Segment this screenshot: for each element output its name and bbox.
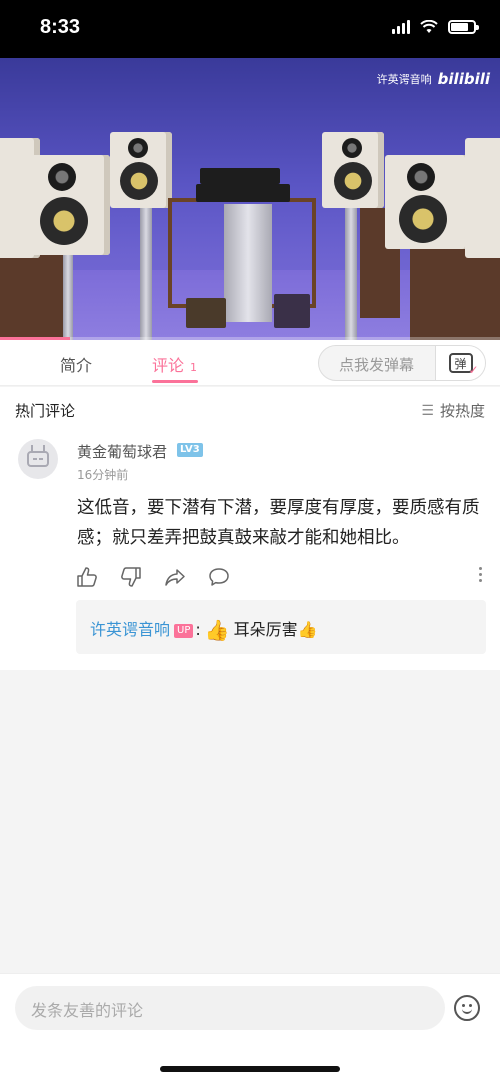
bilibili-logo: bilibili (437, 70, 490, 88)
status-bar: 8:33 (0, 0, 500, 58)
empty-area (0, 670, 500, 973)
reply-text: 耳朵厉害 (233, 620, 298, 639)
tab-comments-label: 评论 (152, 356, 185, 375)
emoji-icon[interactable] (454, 995, 480, 1021)
reply-separator: : (195, 620, 201, 639)
tab-comments[interactable]: 评论 1 (152, 352, 197, 376)
watermark-text: 许英谔音响 (376, 73, 432, 86)
home-indicator (160, 1066, 340, 1072)
tab-intro[interactable]: 简介 (60, 352, 92, 376)
signal-icon (392, 20, 410, 34)
sort-button[interactable]: ☰ 按热度 (421, 400, 485, 421)
avatar[interactable] (18, 439, 58, 479)
level-badge: LV3 (177, 443, 203, 457)
more-options-icon[interactable] (479, 567, 482, 582)
danmaku-icon: 弹 (448, 353, 479, 377)
tab-bar: 简介 评论 1 点我发弹幕 弹 (0, 340, 500, 386)
status-icons (392, 20, 479, 34)
comment-username[interactable]: 黄金葡萄球君 (77, 441, 167, 462)
status-time: 8:33 (40, 16, 81, 38)
sort-icon: ☰ (421, 402, 434, 419)
comment-input[interactable]: 发条友善的评论 (15, 986, 445, 1030)
dislike-icon[interactable] (120, 566, 142, 588)
sort-label: 按热度 (439, 402, 485, 420)
video-player[interactable]: 许英谔音响 bilibili (0, 58, 500, 340)
like-icon[interactable] (76, 566, 98, 588)
battery-icon (448, 20, 479, 34)
share-icon[interactable] (164, 566, 186, 588)
danmaku-bar: 点我发弹幕 弹 (318, 345, 486, 381)
comments-panel: 热门评论 ☰ 按热度 黄金葡萄球君 LV3 16分钟前 这低音，要下潜有下潜，要… (0, 387, 500, 670)
reply-preview[interactable]: 许英谔音响 UP: 👍 耳朵厉害👍 (76, 600, 486, 654)
bottom-bar: 发条友善的评论 (0, 973, 500, 1082)
reply-username[interactable]: 许英谔音响 (90, 620, 170, 639)
up-badge: UP (174, 624, 194, 638)
comment-text: 这低音，要下潜有下潜，要厚度有厚度，要质感有质感；就只差弄把鼓真鼓来敲才能和她相… (77, 498, 480, 548)
video-watermark: 许英谔音响 bilibili (377, 70, 490, 88)
comment-time: 16分钟前 (77, 468, 129, 482)
battery-level (451, 23, 468, 31)
reply-icon[interactable] (208, 566, 230, 588)
active-tab-indicator (152, 380, 198, 383)
comment-actions (76, 566, 230, 588)
danmaku-input[interactable]: 点我发弹幕 (339, 354, 414, 375)
thumbs-up-emoji: 👍 (204, 618, 230, 642)
tab-comments-count: 1 (190, 361, 198, 374)
thumbs-up-emoji-small: 👍 (297, 620, 318, 639)
hot-comments-title: 热门评论 (15, 402, 76, 420)
wifi-icon (420, 20, 438, 33)
danmaku-settings-button[interactable]: 弹 (435, 346, 485, 380)
